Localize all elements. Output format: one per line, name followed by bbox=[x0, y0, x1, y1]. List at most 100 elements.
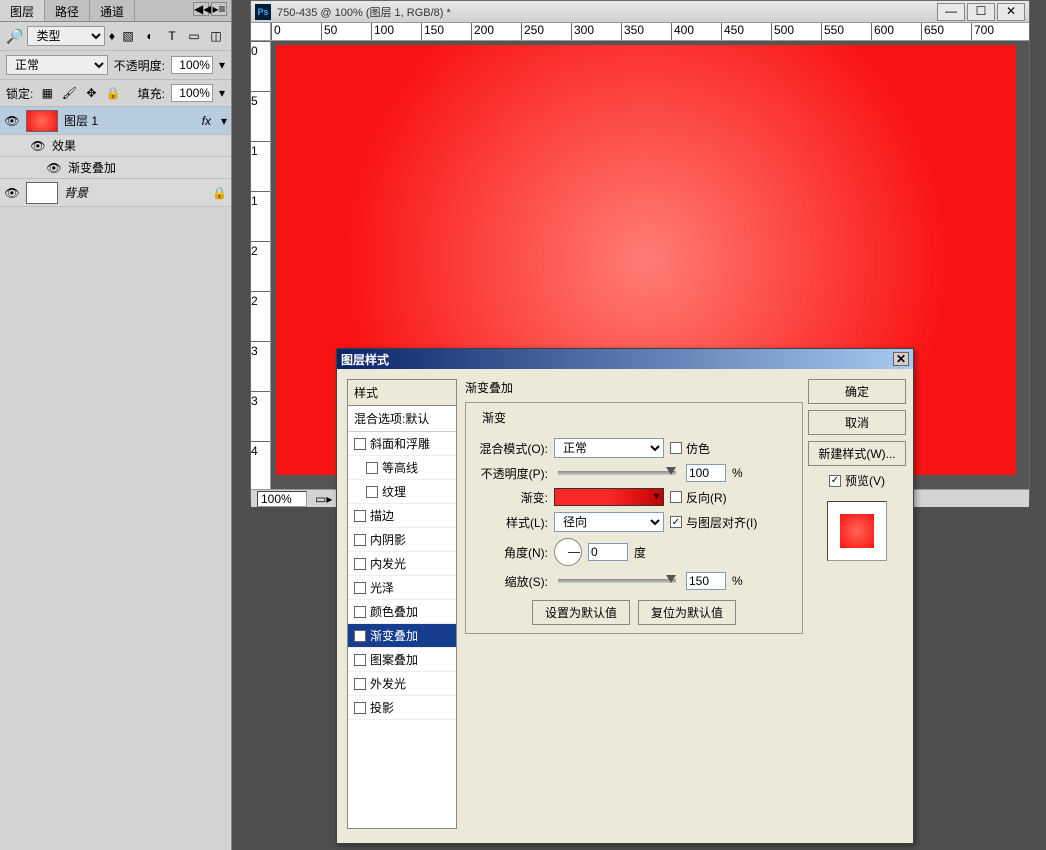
fill-input[interactable] bbox=[171, 84, 213, 102]
checkbox[interactable]: ✓ bbox=[354, 630, 366, 642]
opacity-input[interactable] bbox=[686, 464, 726, 482]
percent-label: % bbox=[732, 574, 743, 588]
layer-thumb[interactable] bbox=[26, 110, 58, 132]
search-icon[interactable]: 🔎 bbox=[6, 28, 23, 45]
filter-smart-icon[interactable]: ◫ bbox=[207, 27, 225, 45]
new-style-button[interactable]: 新建样式(W)... bbox=[808, 441, 906, 466]
visibility-icon[interactable]: 👁 bbox=[46, 161, 62, 175]
scale-input[interactable] bbox=[686, 572, 726, 590]
style-gradient-overlay[interactable]: ✓渐变叠加 bbox=[348, 624, 456, 648]
align-checkbox[interactable]: ✓与图层对齐(I) bbox=[670, 514, 757, 531]
cancel-button[interactable]: 取消 bbox=[808, 410, 906, 435]
checkbox[interactable] bbox=[354, 534, 366, 546]
settings-column: 渐变叠加 渐变 混合模式(O): 正常 仿色 不透明度(P): % 渐变: bbox=[465, 379, 803, 829]
checkbox[interactable] bbox=[354, 582, 366, 594]
checkbox[interactable] bbox=[354, 438, 366, 450]
kind-select[interactable]: 类型 bbox=[27, 26, 104, 46]
lock-all-icon[interactable]: 🔒 bbox=[105, 85, 121, 101]
gradient-overlay-row[interactable]: 👁 渐变叠加 bbox=[0, 157, 231, 179]
opacity-slider[interactable] bbox=[558, 471, 676, 475]
dialog-titlebar[interactable]: 图层样式 ✕ bbox=[337, 349, 913, 369]
blend-mode-select[interactable]: 正常 bbox=[554, 438, 664, 458]
checkbox[interactable] bbox=[354, 654, 366, 666]
blend-mode-select[interactable]: 正常 bbox=[6, 55, 108, 75]
visibility-icon[interactable]: 👁 bbox=[4, 114, 20, 128]
layer-name[interactable]: 背景 bbox=[64, 184, 206, 201]
style-satin[interactable]: 光泽 bbox=[348, 576, 456, 600]
ruler-horizontal[interactable]: 0501001502002503003504004505005506006507… bbox=[271, 23, 1029, 41]
gradient-picker[interactable] bbox=[554, 488, 664, 506]
layer-thumb[interactable] bbox=[26, 182, 58, 204]
ps-icon: Ps bbox=[255, 4, 271, 20]
fx-badge[interactable]: fx bbox=[202, 114, 211, 128]
ok-button[interactable]: 确定 bbox=[808, 379, 906, 404]
visibility-icon[interactable]: 👁 bbox=[30, 139, 46, 153]
minimize-button[interactable]: — bbox=[937, 3, 965, 21]
chevron-down-icon[interactable]: ▾ bbox=[219, 86, 225, 100]
layer-row-layer1[interactable]: 👁 图层 1 fx ▾ bbox=[0, 107, 231, 135]
filter-text-icon[interactable]: T bbox=[163, 27, 181, 45]
reverse-checkbox[interactable]: 反向(R) bbox=[670, 489, 727, 506]
style-outer-glow[interactable]: 外发光 bbox=[348, 672, 456, 696]
style-stroke[interactable]: 描边 bbox=[348, 504, 456, 528]
style-select[interactable]: 径向 bbox=[554, 512, 664, 532]
checkbox[interactable] bbox=[354, 558, 366, 570]
degree-label: 度 bbox=[634, 544, 646, 561]
ruler-vertical[interactable]: 0511223344 bbox=[251, 41, 271, 489]
collapse-fx-icon[interactable]: ▾ bbox=[221, 114, 227, 128]
lock-position-icon[interactable]: ✥ bbox=[83, 85, 99, 101]
doc-titlebar: Ps 750-435 @ 100% (图层 1, RGB/8) * — ☐ ✕ bbox=[251, 1, 1029, 23]
preview-checkbox[interactable]: ✓预览(V) bbox=[829, 472, 885, 489]
tab-channels[interactable]: 通道 bbox=[90, 0, 135, 21]
tab-paths[interactable]: 路径 bbox=[45, 0, 90, 21]
ruler-corner bbox=[251, 23, 271, 41]
zoom-input[interactable]: 100% bbox=[257, 491, 307, 507]
maximize-button[interactable]: ☐ bbox=[967, 3, 995, 21]
reset-default-button[interactable]: 复位为默认值 bbox=[638, 600, 736, 625]
layer-row-background[interactable]: 👁 背景 🔒 bbox=[0, 179, 231, 207]
collapse-icon[interactable]: ◀◀ bbox=[193, 2, 209, 16]
checkbox[interactable] bbox=[354, 606, 366, 618]
close-icon[interactable]: ✕ bbox=[893, 352, 909, 366]
visibility-icon[interactable]: 👁 bbox=[4, 186, 20, 200]
checkbox[interactable] bbox=[354, 678, 366, 690]
checkbox[interactable] bbox=[366, 462, 378, 474]
close-button[interactable]: ✕ bbox=[997, 3, 1025, 21]
menu-icon[interactable]: ▸≡ bbox=[211, 2, 227, 16]
status-icon[interactable]: ▭▸ bbox=[315, 492, 332, 506]
style-inner-glow[interactable]: 内发光 bbox=[348, 552, 456, 576]
blending-options[interactable]: 混合选项:默认 bbox=[348, 406, 456, 432]
angle-dial[interactable] bbox=[554, 538, 582, 566]
dither-checkbox[interactable]: 仿色 bbox=[670, 440, 710, 457]
chevron-icon: ♦ bbox=[109, 29, 115, 43]
style-inner-shadow[interactable]: 内阴影 bbox=[348, 528, 456, 552]
filter-shape-icon[interactable]: ▭ bbox=[185, 27, 203, 45]
blend-mode-label: 混合模式(O): bbox=[474, 440, 548, 457]
dialog-right-column: 确定 取消 新建样式(W)... ✓预览(V) bbox=[811, 379, 903, 829]
filter-image-icon[interactable]: ▧ bbox=[119, 27, 137, 45]
opacity-input[interactable] bbox=[171, 56, 213, 74]
angle-label: 角度(N): bbox=[474, 544, 548, 561]
tab-layers[interactable]: 图层 bbox=[0, 0, 45, 21]
style-pattern-overlay[interactable]: 图案叠加 bbox=[348, 648, 456, 672]
lock-transparent-icon[interactable]: ▦ bbox=[39, 85, 55, 101]
lock-paint-icon[interactable]: 🖌 bbox=[61, 85, 77, 101]
styles-header[interactable]: 样式 bbox=[348, 380, 456, 406]
scale-slider[interactable] bbox=[558, 579, 676, 583]
style-texture[interactable]: 纹理 bbox=[348, 480, 456, 504]
fill-label: 填充: bbox=[138, 85, 165, 102]
layer-name[interactable]: 图层 1 bbox=[64, 112, 196, 129]
chevron-down-icon[interactable]: ▾ bbox=[219, 58, 225, 72]
angle-input[interactable] bbox=[588, 543, 628, 561]
style-bevel[interactable]: 斜面和浮雕 bbox=[348, 432, 456, 456]
lock-label: 锁定: bbox=[6, 85, 33, 102]
effects-row[interactable]: 👁 效果 bbox=[0, 135, 231, 157]
style-color-overlay[interactable]: 颜色叠加 bbox=[348, 600, 456, 624]
checkbox[interactable] bbox=[354, 702, 366, 714]
style-drop-shadow[interactable]: 投影 bbox=[348, 696, 456, 720]
set-default-button[interactable]: 设置为默认值 bbox=[532, 600, 630, 625]
filter-adjust-icon[interactable]: ◐ bbox=[141, 27, 159, 45]
style-contour[interactable]: 等高线 bbox=[348, 456, 456, 480]
checkbox[interactable] bbox=[366, 486, 378, 498]
checkbox[interactable] bbox=[354, 510, 366, 522]
